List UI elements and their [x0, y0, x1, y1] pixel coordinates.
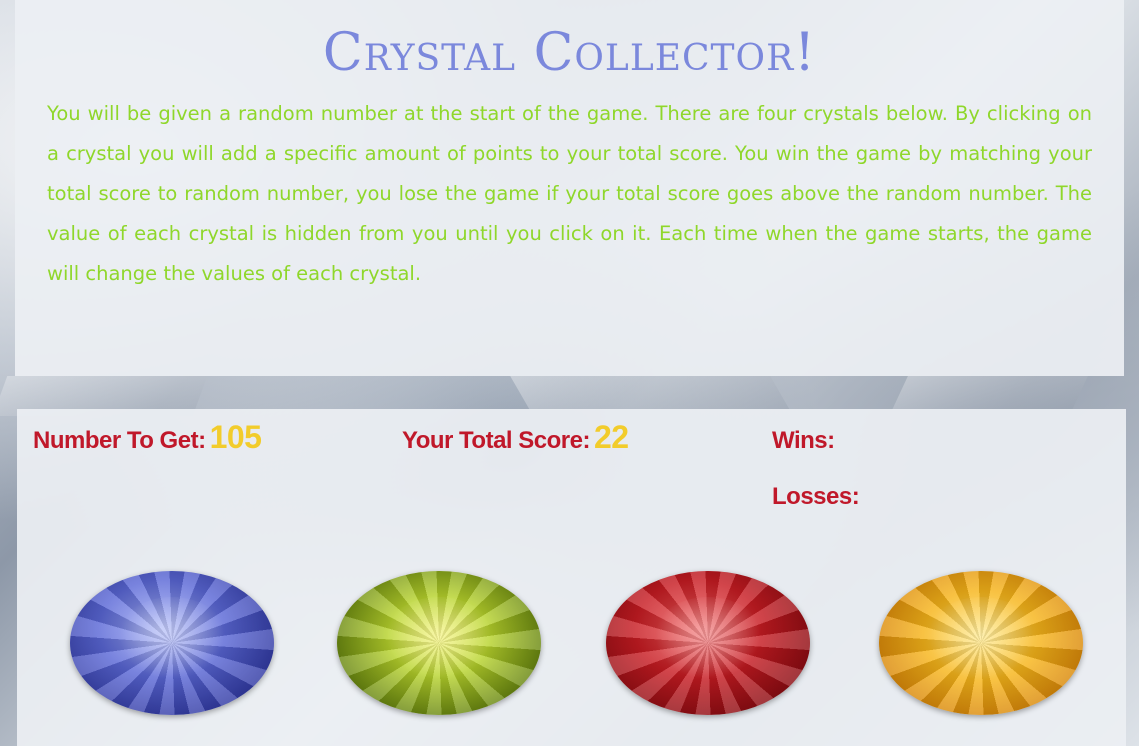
- green-crystal-button[interactable]: [337, 571, 541, 715]
- background-shard: [510, 376, 790, 410]
- wins-label: Wins:: [772, 427, 835, 454]
- total-score-label: Your Total Score:: [402, 427, 590, 454]
- game-instructions: You will be given a random number at the…: [47, 102, 1092, 285]
- target-number-label: Number To Get:: [33, 427, 206, 454]
- target-number-stat: Number To Get: 105: [33, 419, 262, 456]
- target-number-value: 105: [209, 419, 262, 455]
- total-score-value: 22: [593, 419, 629, 455]
- intro-panel: Crystal Collector! You will be given a r…: [15, 0, 1124, 376]
- wins-stat: Wins:: [772, 419, 839, 456]
- page-title: Crystal Collector!: [322, 23, 817, 83]
- total-score-stat: Your Total Score: 22: [402, 419, 629, 456]
- blue-crystal-button[interactable]: [70, 571, 274, 715]
- game-panel: Number To Get: 105 Your Total Score: 22 Wi…: [17, 409, 1126, 746]
- losses-label: Losses:: [772, 483, 860, 510]
- background-shard: [892, 376, 1088, 410]
- orange-crystal-button[interactable]: [879, 571, 1083, 715]
- losses-stat: Losses:: [772, 475, 863, 512]
- red-crystal-button[interactable]: [606, 571, 810, 715]
